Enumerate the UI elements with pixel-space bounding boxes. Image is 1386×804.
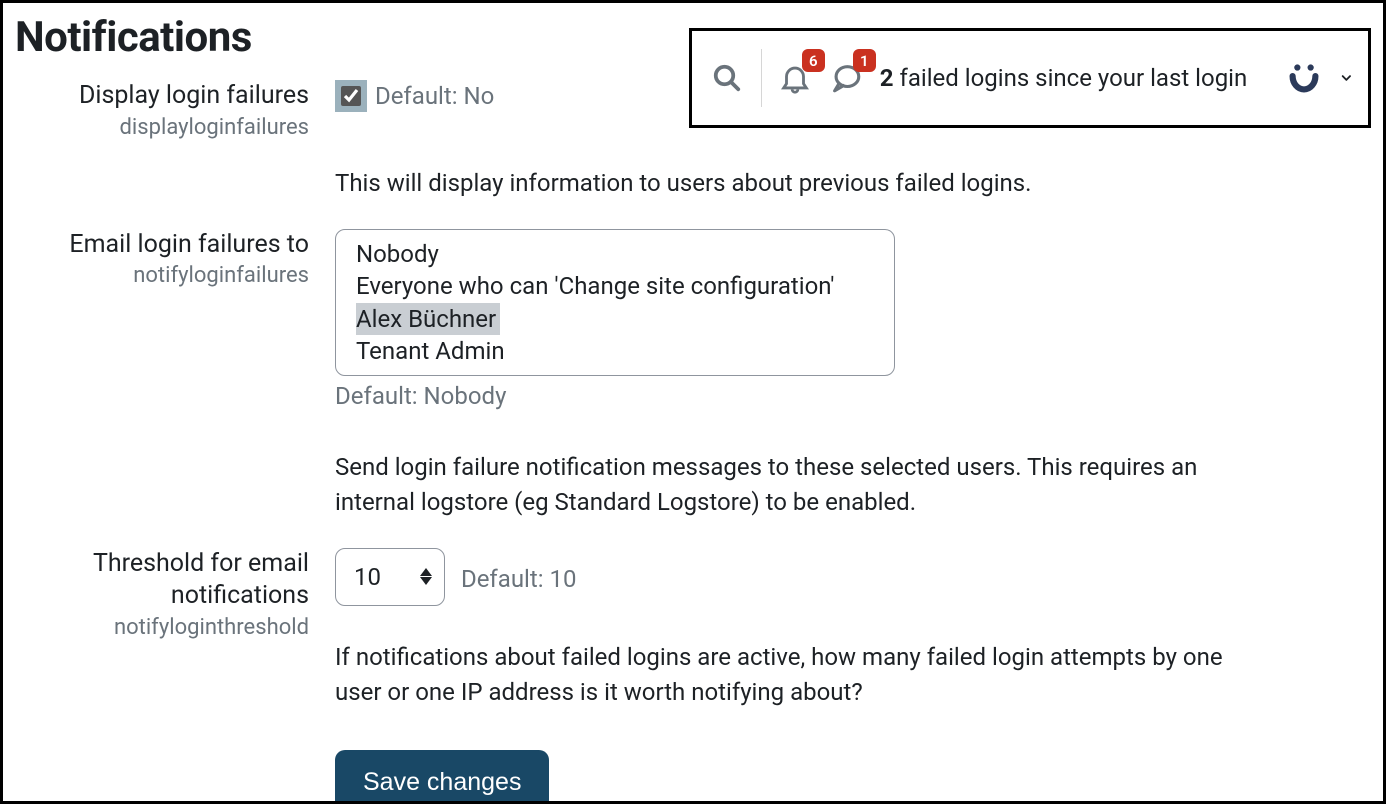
- setting-description: If notifications about failed logins are…: [335, 640, 1253, 710]
- setting-label: Threshold for email notifications: [15, 548, 309, 613]
- threshold-value: 10: [354, 563, 381, 591]
- chevron-down-icon[interactable]: [1339, 70, 1354, 86]
- list-option[interactable]: Tenant Admin: [356, 335, 874, 367]
- header-bar: 6 1 2 failed logins since your last logi…: [689, 28, 1371, 128]
- setting-description: Send login failure notification messages…: [335, 450, 1253, 520]
- setting-description: This will display information to users a…: [335, 166, 1253, 201]
- notifyloginfailures-listbox[interactable]: Nobody Everyone who can 'Change site con…: [335, 229, 895, 377]
- search-icon: [712, 63, 742, 93]
- setting-label: Display login failures: [15, 80, 309, 113]
- notifications-badge: 6: [802, 49, 825, 72]
- failed-login-count: 2: [880, 64, 894, 92]
- failed-login-notice[interactable]: 2 failed logins since your last login: [880, 64, 1248, 92]
- setting-notifyloginthreshold: Threshold for email notifications notify…: [15, 548, 1371, 804]
- notifications-button[interactable]: 6: [778, 59, 813, 97]
- setting-label: Email login failures to: [15, 229, 309, 262]
- stepper-icon: [420, 568, 432, 585]
- setting-key: notifyloginfailures: [15, 261, 309, 291]
- setting-key: notifyloginthreshold: [15, 613, 309, 643]
- search-button[interactable]: [710, 59, 745, 97]
- setting-key: displayloginfailures: [15, 113, 309, 143]
- displayloginfailures-checkbox[interactable]: [341, 86, 361, 106]
- user-menu-avatar[interactable]: [1285, 58, 1323, 98]
- messages-button[interactable]: 1: [829, 59, 864, 97]
- save-button[interactable]: Save changes: [335, 750, 549, 804]
- displayloginfailures-checkbox-wrap: [335, 80, 367, 112]
- list-option[interactable]: Nobody: [356, 238, 874, 270]
- default-hint: Default: 10: [461, 565, 577, 593]
- avatar-icon: [1285, 59, 1323, 97]
- list-option[interactable]: Everyone who can 'Change site configurat…: [356, 270, 874, 302]
- divider: [761, 49, 762, 107]
- failed-login-suffix: failed logins since your last login: [894, 64, 1248, 92]
- setting-notifyloginfailures: Email login failures to notifyloginfailu…: [15, 229, 1371, 520]
- default-hint: Default: No: [375, 82, 494, 110]
- threshold-select[interactable]: 10: [335, 548, 445, 606]
- messages-badge: 1: [853, 49, 876, 72]
- default-hint: Default: Nobody: [335, 382, 1275, 410]
- list-option-selected[interactable]: Alex Büchner: [356, 303, 500, 335]
